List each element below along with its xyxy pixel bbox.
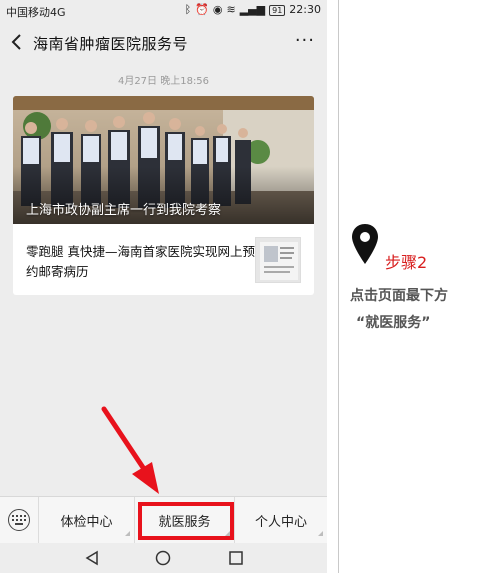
step-label: 步骤2	[385, 253, 428, 272]
back-triangle-icon[interactable]	[84, 550, 100, 566]
eye-icon: ◉	[212, 3, 223, 16]
menu-item-checkup-center[interactable]: 体检中心	[38, 497, 134, 544]
page-title: 海南省肿瘤医院服务号	[33, 35, 189, 53]
menu-item-personal-center[interactable]: 个人中心	[234, 497, 327, 544]
phone-screen: 中国移动4G ᛒ ⏰ ◉ ≋ ▂▄▆ 91 22:30 海南省肿瘤医院服务号 ·…	[0, 0, 327, 573]
menu-item-label: 个人中心	[254, 515, 307, 530]
instruction-line-2: “就医服务”	[356, 315, 431, 331]
highlight-box	[138, 502, 234, 540]
carrier-label: 中国移动4G	[6, 6, 66, 19]
clock-time: 22:30	[289, 3, 321, 16]
article-headline[interactable]: 上海市政协副主席一行到我院考察	[26, 199, 221, 218]
divider-line	[338, 0, 339, 573]
status-icons: ᛒ ⏰ ◉ ≋ ▂▄▆ 91 22:30	[185, 3, 321, 17]
instruction-line-1: 点击页面最下方	[350, 288, 448, 304]
status-bar: 中国移动4G ᛒ ⏰ ◉ ≋ ▂▄▆ 91 22:30	[0, 0, 327, 22]
recent-apps-icon[interactable]	[228, 550, 244, 566]
keyboard-icon[interactable]	[8, 509, 30, 531]
chevron-left-icon[interactable]	[8, 31, 26, 53]
article-thumbnail[interactable]	[255, 237, 301, 283]
bluetooth-icon: ᛒ	[184, 3, 192, 16]
alarm-icon: ⏰	[195, 3, 209, 16]
submenu-corner-icon	[318, 531, 323, 536]
chat-header: 海南省肿瘤医院服务号 ···	[0, 22, 327, 64]
signal-icon: ▂▄▆	[239, 3, 266, 16]
menu-item-label: 体检中心	[60, 515, 113, 530]
article-card[interactable]: 上海市政协副主席一行到我院考察 零跑腿 真快捷—海南首家医院实现网上预约邮寄病历	[13, 96, 314, 295]
location-pin-icon	[352, 224, 378, 264]
wifi-icon: ≋	[226, 3, 236, 16]
more-options-icon[interactable]: ···	[295, 30, 315, 51]
article-subtitle[interactable]: 零跑腿 真快捷—海南首家医院实现网上预约邮寄病历	[26, 242, 256, 282]
home-circle-icon[interactable]	[155, 550, 171, 566]
submenu-corner-icon	[125, 531, 130, 536]
system-nav-bar	[0, 543, 327, 573]
battery-icon: 91	[269, 4, 286, 16]
message-timestamp: 4月27日 晚上18:56	[117, 76, 210, 87]
